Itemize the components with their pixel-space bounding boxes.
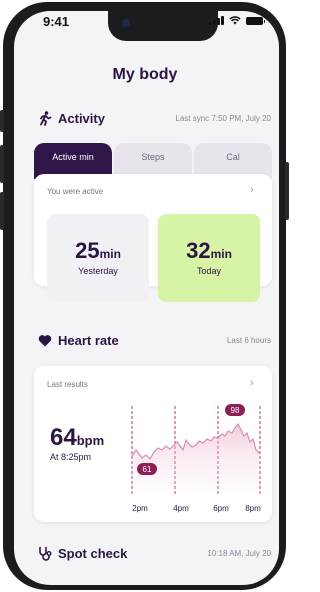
volume-down-button xyxy=(0,192,4,230)
today-value: 32 xyxy=(186,238,211,263)
activity-title: Activity xyxy=(58,110,105,126)
page-title: My body xyxy=(112,66,178,83)
cellular-signal-icon xyxy=(209,16,224,25)
heart-rate-time: At 8:25pm xyxy=(50,452,92,462)
activity-header: Activity Last sync 7:50 PM, July 20 xyxy=(37,110,271,126)
x-tick-label: 6pm xyxy=(213,504,229,513)
heart-rate-card-subtitle: Last results xyxy=(47,380,88,389)
activity-sync-text: Last sync 7:50 PM, July 20 xyxy=(175,113,271,123)
chevron-right-icon[interactable]: › xyxy=(250,377,254,389)
x-tick-label: 2pm xyxy=(132,504,148,513)
action-button xyxy=(0,110,4,132)
yesterday-box: 25min Yesterday xyxy=(47,214,149,302)
heart-rate-value: 64bpm xyxy=(50,426,104,450)
running-person-icon xyxy=(37,110,53,126)
min-label: 61 xyxy=(143,465,152,474)
max-bubble: 98 xyxy=(225,404,245,416)
status-icons xyxy=(209,16,265,25)
heart-rate-header: Heart rate Last 6 hours xyxy=(37,332,271,348)
battery-icon xyxy=(245,17,265,25)
chart-area xyxy=(132,424,260,494)
activity-card[interactable]: You were active › 25min Yesterday 32min … xyxy=(34,174,272,302)
yesterday-value: 25 xyxy=(75,238,100,263)
power-button xyxy=(285,162,289,220)
stethoscope-icon xyxy=(37,545,53,561)
heart-rate-title: Heart rate xyxy=(58,332,119,348)
today-unit: min xyxy=(210,247,232,261)
status-time: 9:41 xyxy=(43,14,70,29)
notch xyxy=(108,11,218,41)
heart-rate-meta: Last 6 hours xyxy=(226,335,271,345)
x-tick-label: 8pm xyxy=(245,504,261,513)
max-label: 98 xyxy=(231,406,240,415)
activity-card-subtitle: You were active xyxy=(47,187,104,196)
chevron-right-icon[interactable]: › xyxy=(250,184,254,196)
wifi-icon xyxy=(228,16,241,25)
yesterday-label: Yesterday xyxy=(78,266,118,276)
spot-check-header[interactable]: Spot check 10:18 AM, July 20 xyxy=(37,545,271,561)
volume-up-button xyxy=(0,145,4,183)
heart-rate-chart: 61 98 2pm 4pm 6pm 8pm xyxy=(131,404,261,513)
spot-check-meta: 10:18 AM, July 20 xyxy=(207,548,271,558)
yesterday-unit: min xyxy=(99,247,121,261)
min-bubble: 61 xyxy=(137,463,157,475)
heart-icon xyxy=(37,332,53,348)
today-box: 32min Today xyxy=(158,214,260,302)
x-tick-label: 4pm xyxy=(173,504,189,513)
spot-check-title: Spot check xyxy=(58,545,128,561)
camera xyxy=(122,19,130,27)
today-label: Today xyxy=(196,266,222,276)
heart-rate-unit: bpm xyxy=(76,433,105,448)
heart-rate-number: 64 xyxy=(50,424,77,451)
